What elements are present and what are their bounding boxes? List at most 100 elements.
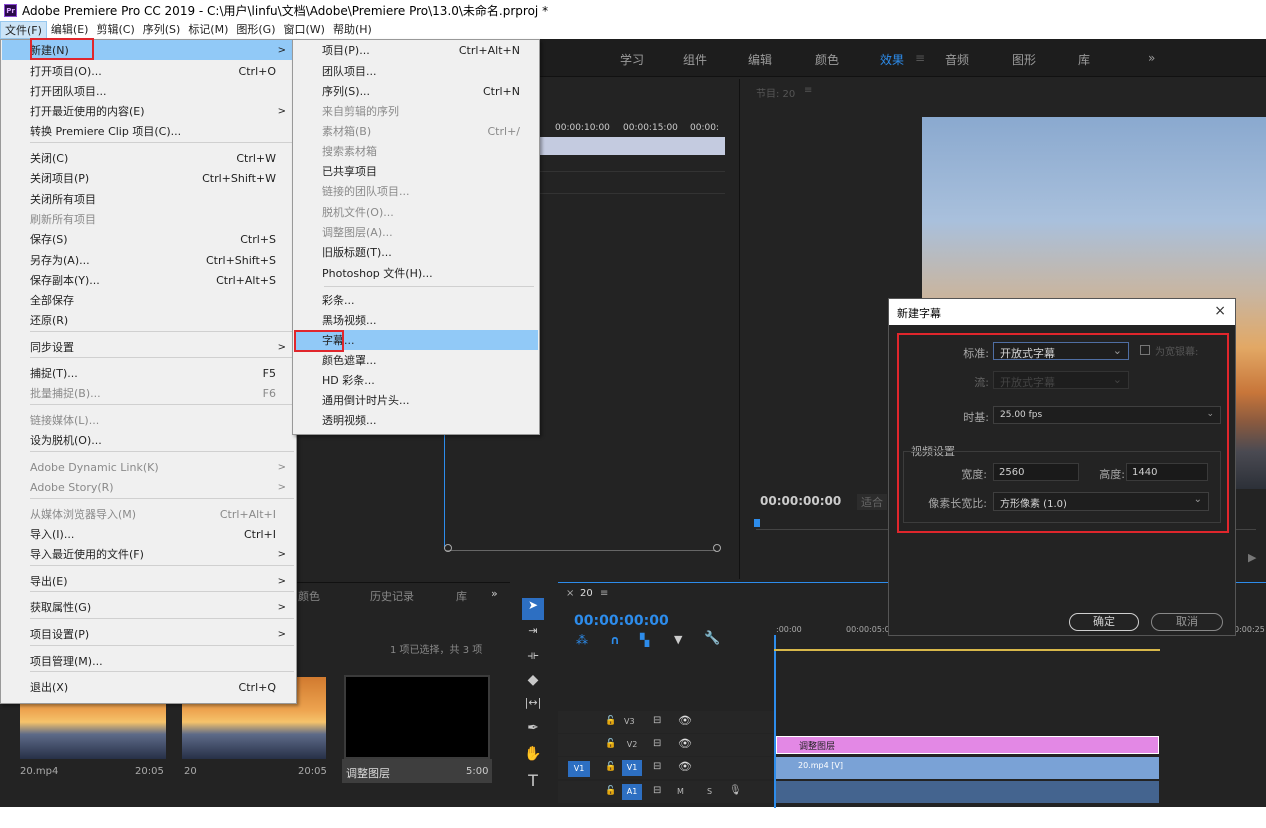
- menu-edit[interactable]: 编辑(E): [47, 21, 93, 39]
- standard-dropdown[interactable]: 开放式字幕 ⌄: [993, 342, 1129, 360]
- tab-history[interactable]: 历史记录: [370, 588, 414, 604]
- menu-markers[interactable]: 标记(M): [184, 21, 232, 39]
- panel-overflow-icon[interactable]: »: [491, 587, 498, 600]
- file-menu-item[interactable]: 打开团队项目...: [2, 81, 294, 101]
- workspace-color[interactable]: 颜色: [815, 51, 839, 68]
- file-menu-item[interactable]: 全部保存: [2, 290, 294, 310]
- new-submenu-item[interactable]: HD 彩条...: [294, 370, 538, 390]
- file-menu-item[interactable]: 项目设置(P) >: [2, 624, 294, 644]
- file-menu-item[interactable]: 转换 Premiere Clip 项目(C)...: [2, 121, 294, 141]
- nest-toggle-icon[interactable]: ⁂: [576, 633, 588, 647]
- workspace-editing[interactable]: 编辑: [748, 51, 772, 68]
- new-submenu-item[interactable]: 已共享项目: [294, 161, 538, 181]
- file-menu-item[interactable]: Adobe Dynamic Link(K) >: [2, 457, 294, 477]
- clip-adjustment-layer[interactable]: 调整图层: [776, 736, 1159, 754]
- track-name-v1[interactable]: V1: [622, 760, 642, 776]
- workspace-assembly[interactable]: 组件: [683, 51, 707, 68]
- menu-graphics[interactable]: 图形(G): [232, 21, 279, 39]
- new-submenu-item[interactable]: 旧版标题(T)...: [294, 242, 538, 262]
- stream-dropdown[interactable]: 开放式字幕 ⌄: [993, 371, 1129, 389]
- program-timecode[interactable]: 00:00:00:00: [760, 494, 841, 508]
- new-submenu-item[interactable]: 通用倒计时片头...: [294, 390, 538, 410]
- selection-tool-icon[interactable]: ➤: [522, 598, 544, 620]
- cancel-button[interactable]: 取消: [1151, 613, 1223, 631]
- source-zoom-bar[interactable]: [446, 550, 716, 551]
- close-icon[interactable]: ×: [1214, 303, 1226, 319]
- workspace-learning[interactable]: 学习: [620, 51, 644, 68]
- file-menu-item[interactable]: 关闭(C) Ctrl+W: [2, 148, 294, 168]
- file-menu-item[interactable]: 同步设置 >: [2, 337, 294, 357]
- file-menu-item[interactable]: 项目管理(M)...: [2, 651, 294, 671]
- clip-video[interactable]: 20.mp4 [V]: [776, 757, 1159, 779]
- file-menu-item[interactable]: Adobe Story(R) >: [2, 477, 294, 497]
- new-submenu-item[interactable]: 搜索素材箱: [294, 141, 538, 161]
- track-lock-icon[interactable]: 🔓: [605, 739, 616, 749]
- zoom-handle-left[interactable]: [444, 544, 452, 552]
- track-select-tool-icon[interactable]: ⇥: [522, 624, 544, 646]
- track-name-a1[interactable]: A1: [622, 784, 642, 800]
- wrench-icon[interactable]: 🔧: [704, 631, 720, 646]
- timeline-timecode[interactable]: 00:00:00:00: [574, 613, 669, 629]
- widescreen-checkbox[interactable]: [1140, 345, 1150, 355]
- file-menu-item[interactable]: 打开项目(O)... Ctrl+O: [2, 61, 294, 81]
- file-menu-item[interactable]: 链接媒体(L)...: [2, 410, 294, 430]
- timeline-menu-icon[interactable]: ≡: [600, 588, 608, 599]
- workspace-libraries[interactable]: 库: [1078, 51, 1090, 68]
- pixel-aspect-ratio-dropdown[interactable]: 方形像素 (1.0) ⌄: [993, 492, 1209, 511]
- pen-tool-icon[interactable]: ✒: [522, 720, 544, 742]
- new-submenu-item[interactable]: 来自剪辑的序列: [294, 101, 538, 121]
- menu-sequence[interactable]: 序列(S): [139, 21, 185, 39]
- timeline-tab[interactable]: 20: [580, 588, 593, 599]
- track-name-v3[interactable]: V3: [624, 717, 635, 726]
- hand-tool-icon[interactable]: ✋: [522, 746, 544, 768]
- mute-button[interactable]: M: [677, 787, 684, 796]
- file-menu-item[interactable]: 另存为(A)... Ctrl+Shift+S: [2, 250, 294, 270]
- zoom-handle-right[interactable]: [713, 544, 721, 552]
- eye-icon[interactable]: 👁: [678, 760, 692, 773]
- workspace-overflow-icon[interactable]: »: [1148, 51, 1155, 65]
- new-submenu-item[interactable]: 脱机文件(O)...: [294, 202, 538, 222]
- menu-clip[interactable]: 剪辑(C): [92, 21, 138, 39]
- track-lock-icon[interactable]: 🔓: [605, 716, 616, 726]
- new-submenu-item[interactable]: 透明视频...: [294, 410, 538, 430]
- ripple-edit-tool-icon[interactable]: ⟛: [522, 648, 544, 670]
- file-menu-item[interactable]: 捕捉(T)... F5: [2, 363, 294, 383]
- slip-tool-icon[interactable]: |↔|: [522, 696, 544, 718]
- new-submenu-item[interactable]: 黑场视频...: [294, 310, 538, 330]
- workspace-graphics[interactable]: 图形: [1012, 51, 1036, 68]
- workspace-audio[interactable]: 音频: [945, 51, 969, 68]
- file-menu-item[interactable]: 导入最近使用的文件(F) >: [2, 544, 294, 564]
- menu-window[interactable]: 窗口(W): [280, 21, 329, 39]
- linked-selection-icon[interactable]: ▚: [640, 633, 649, 647]
- snap-icon[interactable]: ∩: [610, 633, 620, 647]
- file-menu-item[interactable]: 打开最近使用的内容(E) >: [2, 101, 294, 121]
- file-menu-item[interactable]: 保存(S) Ctrl+S: [2, 229, 294, 249]
- program-monitor-menu-icon[interactable]: ≡: [804, 85, 812, 96]
- file-menu-item[interactable]: 还原(R): [2, 310, 294, 330]
- timeline-tab-close-icon[interactable]: ×: [566, 588, 574, 599]
- new-submenu-item[interactable]: 调整图层(A)...: [294, 222, 538, 242]
- file-menu-item[interactable]: 关闭所有项目: [2, 189, 294, 209]
- source-patch-v1[interactable]: V1: [568, 761, 590, 777]
- workspace-effects[interactable]: 效果: [880, 51, 904, 68]
- razor-tool-icon[interactable]: ◆: [522, 672, 544, 694]
- file-menu-item[interactable]: 刷新所有项目: [2, 209, 294, 229]
- file-menu-item[interactable]: 退出(X) Ctrl+Q: [2, 677, 294, 697]
- timebase-dropdown[interactable]: 25.00 fps ⌄: [993, 406, 1221, 424]
- type-tool-icon[interactable]: T: [522, 771, 544, 793]
- workspace-menu-icon[interactable]: ≡: [915, 51, 925, 65]
- menu-file[interactable]: 文件(F): [0, 21, 47, 39]
- file-menu-item[interactable]: 从媒体浏览器导入(M) Ctrl+Alt+I: [2, 504, 294, 524]
- track-lock-icon[interactable]: 🔓: [605, 786, 616, 796]
- file-menu-item[interactable]: 批量捕捉(B)... F6: [2, 383, 294, 403]
- file-menu-item[interactable]: 保存副本(Y)... Ctrl+Alt+S: [2, 270, 294, 290]
- new-submenu-item[interactable]: Photoshop 文件(H)...: [294, 263, 538, 283]
- sync-lock-icon[interactable]: ⊟: [653, 738, 661, 749]
- tab-libraries[interactable]: 库: [456, 588, 467, 604]
- track-name-v2[interactable]: V2: [622, 737, 642, 753]
- new-submenu-item[interactable]: 项目(P)... Ctrl+Alt+N: [294, 40, 538, 60]
- program-playhead[interactable]: [754, 519, 760, 527]
- file-menu-item[interactable]: 设为脱机(O)...: [2, 430, 294, 450]
- file-menu-item[interactable]: 获取属性(G) >: [2, 597, 294, 617]
- solo-button[interactable]: S: [707, 787, 712, 796]
